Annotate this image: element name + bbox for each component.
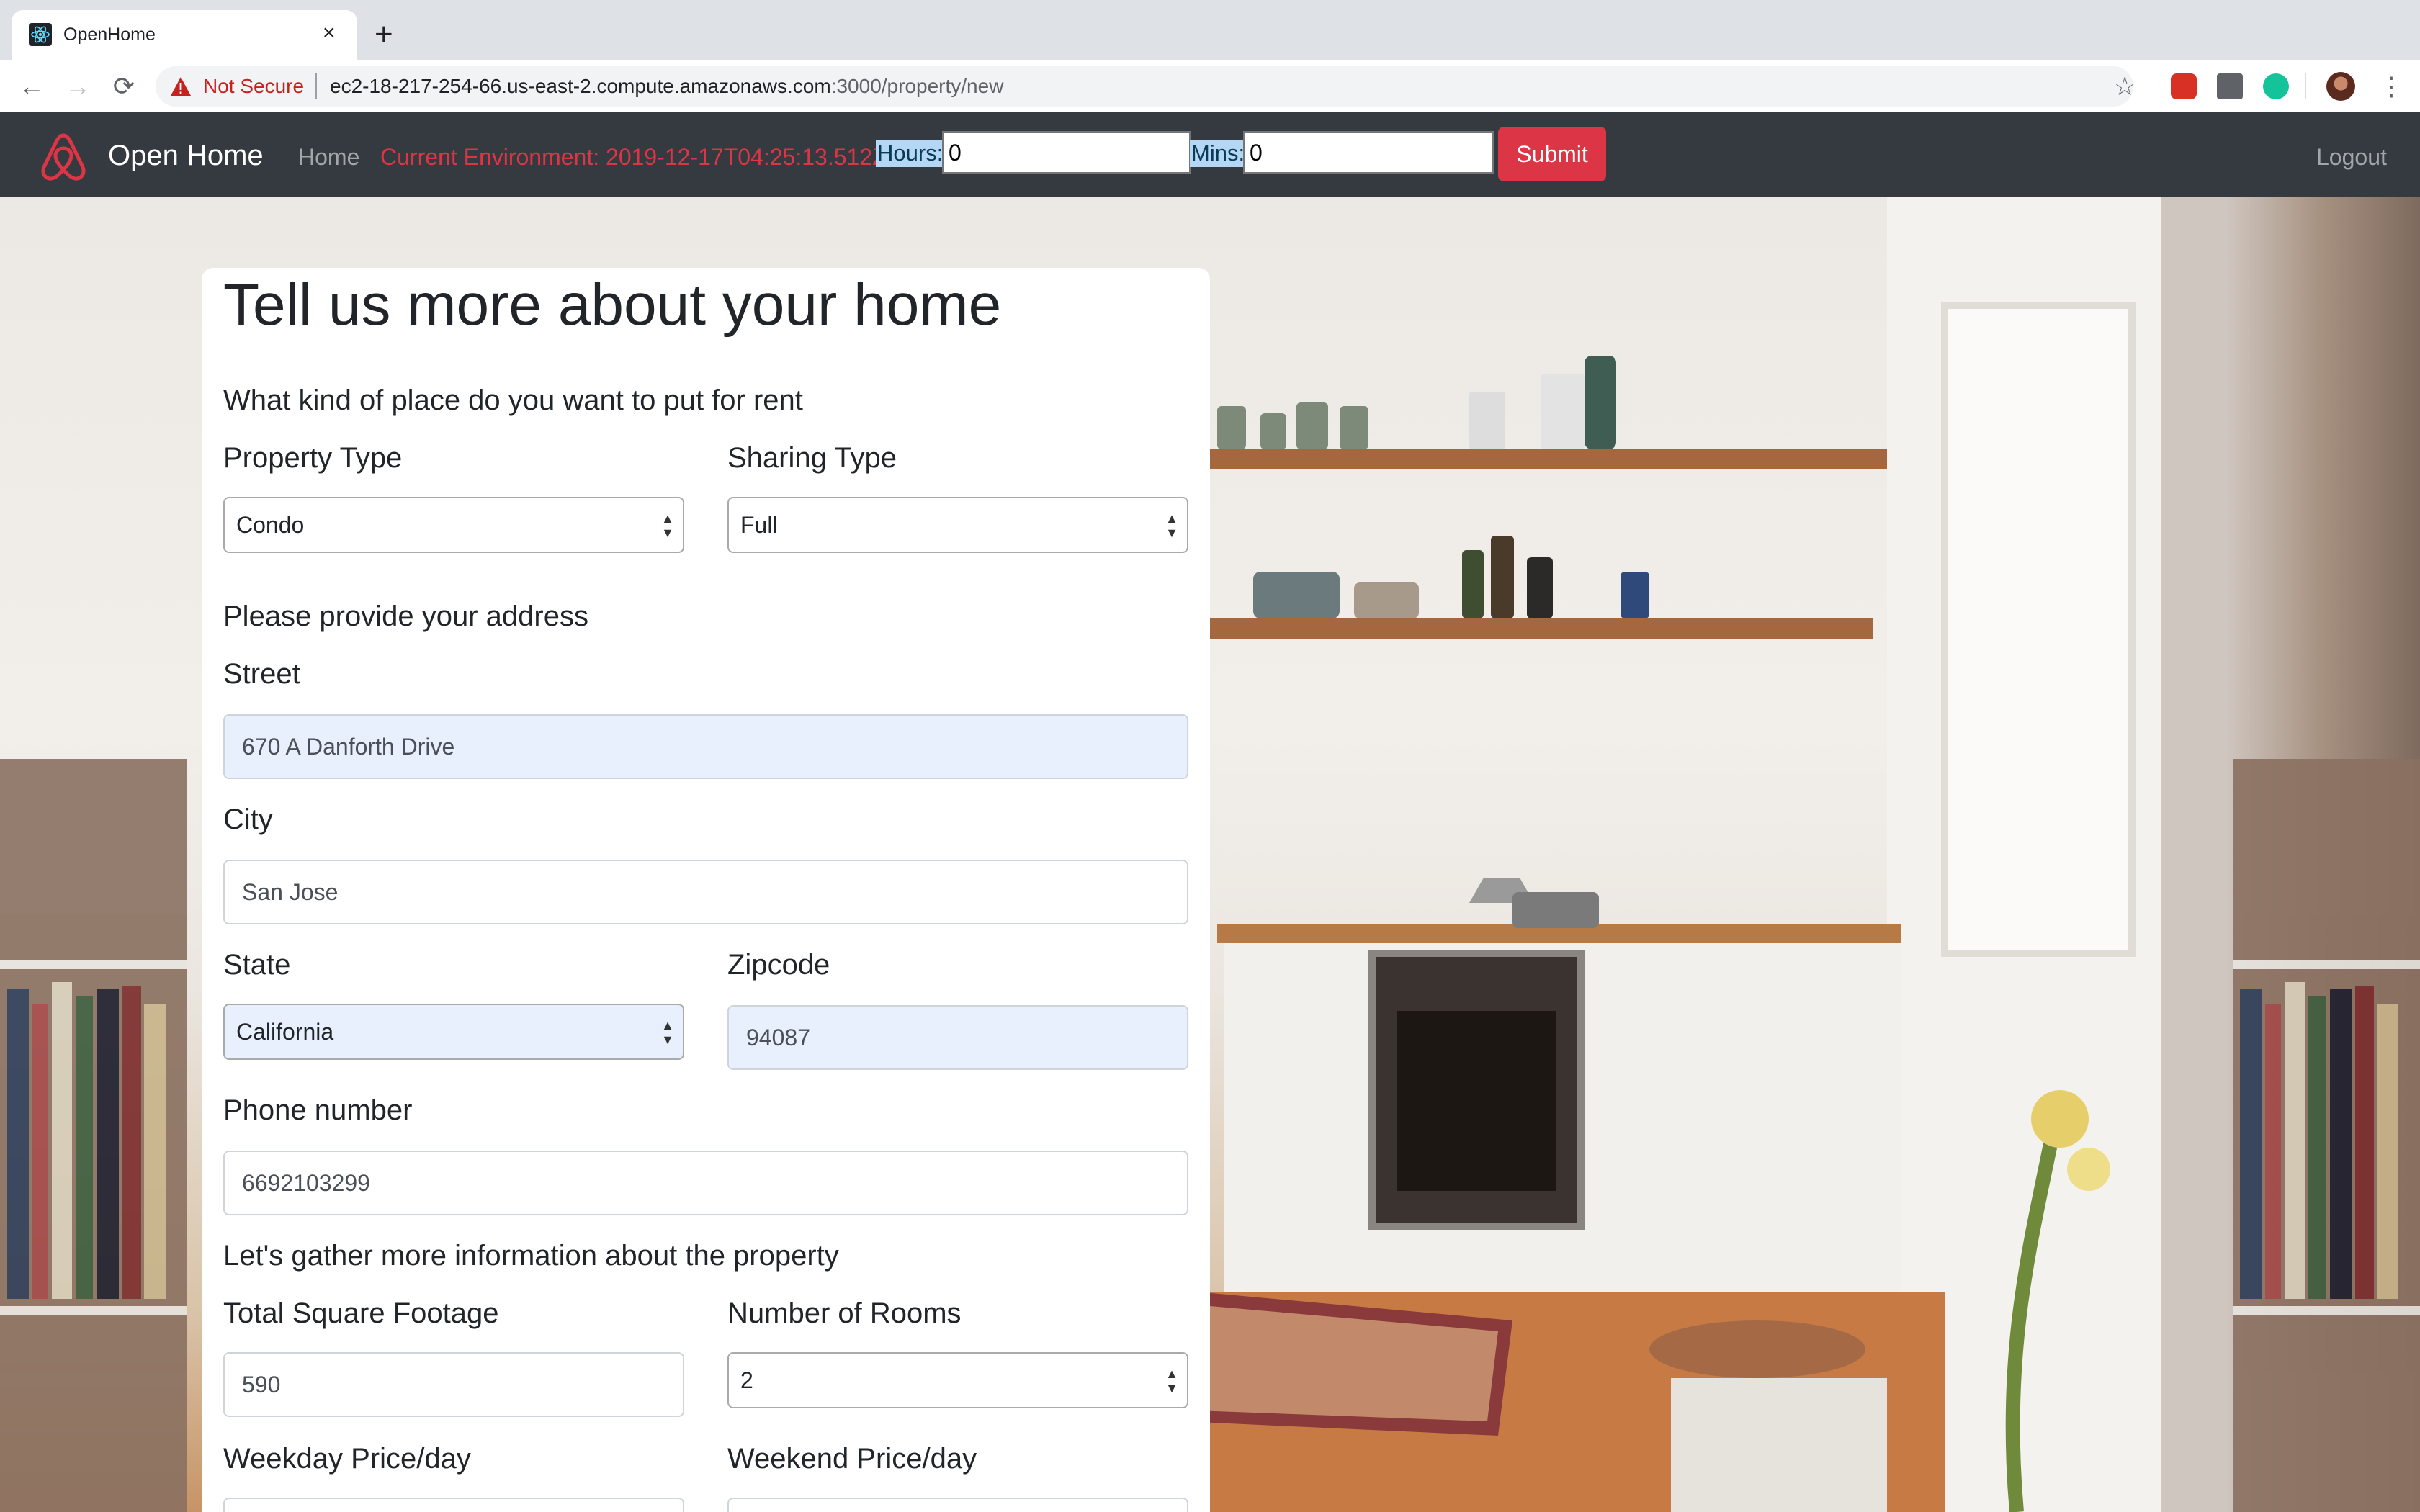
- select-arrows-icon: ▲ ▼: [1165, 511, 1178, 540]
- nav-home-link[interactable]: Home: [298, 144, 359, 170]
- zipcode-label: Zipcode: [727, 949, 830, 981]
- street-label: Street: [223, 658, 300, 690]
- back-arrow-icon[interactable]: ←: [14, 69, 49, 104]
- phone-label: Phone number: [223, 1094, 413, 1126]
- property-type-select[interactable]: Condo ▲ ▼: [223, 497, 684, 553]
- react-favicon-icon: [29, 23, 52, 46]
- square-footage-input[interactable]: 590: [223, 1352, 684, 1417]
- browser-tabstrip: [0, 0, 2420, 60]
- select-arrows-icon: ▲ ▼: [661, 1018, 674, 1047]
- weekend-price-label: Weekend Price/day: [727, 1443, 977, 1475]
- property-type-label: Property Type: [223, 442, 403, 474]
- mins-input[interactable]: [1243, 131, 1494, 174]
- select-arrows-icon: ▲ ▼: [661, 511, 674, 540]
- section-place-heading: What kind of place do you want to put fo…: [223, 384, 803, 416]
- state-select[interactable]: California ▲ ▼: [223, 1004, 684, 1060]
- bookmark-star-icon[interactable]: ☆: [2113, 72, 2136, 101]
- warning-icon: [171, 77, 191, 96]
- forward-arrow-icon[interactable]: →: [60, 69, 95, 104]
- extension-divider: [2305, 73, 2306, 99]
- weekday-price-input[interactable]: [223, 1498, 684, 1512]
- phone-input[interactable]: 6692103299: [223, 1151, 1188, 1215]
- sharing-type-select[interactable]: Full ▲ ▼: [727, 497, 1188, 553]
- state-value: California: [236, 1019, 334, 1045]
- rooms-label: Number of Rooms: [727, 1297, 962, 1329]
- brand-name[interactable]: Open Home: [108, 140, 264, 171]
- security-status[interactable]: Not Secure: [203, 75, 304, 98]
- current-environment: Current Environment: 2019-12-17T04:25:13…: [380, 144, 887, 170]
- grammarly-extension-icon[interactable]: [2263, 73, 2289, 99]
- section-property-heading: Let's gather more information about the …: [223, 1240, 839, 1272]
- reload-icon[interactable]: ⟳: [107, 69, 141, 104]
- zipcode-input[interactable]: 94087: [727, 1005, 1188, 1070]
- facebook-extension-icon[interactable]: [2217, 73, 2243, 99]
- profile-avatar[interactable]: [2326, 72, 2355, 101]
- url-path: :3000/property/new: [830, 75, 1004, 97]
- submit-button[interactable]: Submit: [1498, 127, 1606, 181]
- browser-menu-icon[interactable]: ⋮: [2378, 71, 2404, 102]
- select-arrows-icon: ▲ ▼: [1165, 1367, 1178, 1395]
- sharing-type-value: Full: [740, 512, 778, 538]
- logout-link[interactable]: Logout: [2316, 144, 2387, 170]
- square-footage-label: Total Square Footage: [223, 1297, 499, 1329]
- section-address-heading: Please provide your address: [223, 600, 588, 632]
- hours-input[interactable]: [942, 131, 1191, 174]
- adblock-extension-icon[interactable]: [2171, 73, 2197, 99]
- street-input[interactable]: 670 A Danforth Drive: [223, 714, 1188, 779]
- url-host: ec2-18-217-254-66.us-east-2.compute.amaz…: [330, 75, 831, 97]
- mins-label: Mins:: [1190, 140, 1247, 167]
- weekend-price-input[interactable]: [727, 1498, 1188, 1512]
- hours-label: Hours:: [876, 140, 945, 167]
- rooms-select[interactable]: 2 ▲ ▼: [727, 1352, 1188, 1408]
- page-title: Tell us more about your home: [223, 272, 1002, 338]
- property-type-value: Condo: [236, 512, 305, 538]
- close-tab-icon[interactable]: ×: [323, 22, 336, 45]
- url-text[interactable]: ec2-18-217-254-66.us-east-2.compute.amaz…: [330, 75, 1003, 98]
- address-divider: [315, 73, 317, 99]
- airbnb-logo-icon[interactable]: [35, 128, 92, 186]
- city-input[interactable]: San Jose: [223, 860, 1188, 924]
- weekday-price-label: Weekday Price/day: [223, 1443, 471, 1475]
- state-label: State: [223, 949, 291, 981]
- rooms-value: 2: [740, 1367, 753, 1393]
- tab-title: OpenHome: [63, 24, 156, 45]
- city-label: City: [223, 804, 273, 835]
- sharing-type-label: Sharing Type: [727, 442, 897, 474]
- new-tab-icon[interactable]: +: [375, 17, 393, 52]
